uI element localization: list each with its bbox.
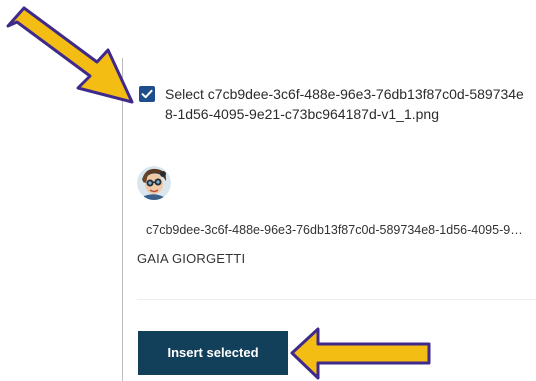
checkmark-icon xyxy=(141,89,153,99)
select-checkbox[interactable] xyxy=(139,86,155,102)
insert-selected-button[interactable]: Insert selected xyxy=(138,331,288,375)
media-select-panel: Select c7cb9dee-3c6f-488e-96e3-76db13f87… xyxy=(0,0,536,381)
item-filename: c7cb9dee-3c6f-488e-96e3-76db13f87c0d-589… xyxy=(146,223,526,237)
item-author: GAIA GIORGETTI xyxy=(137,251,246,266)
avatar xyxy=(137,166,171,200)
select-label: Select c7cb9dee-3c6f-488e-96e3-76db13f87… xyxy=(165,86,524,122)
panel-left-border xyxy=(122,58,123,381)
arrow-annotation-icon xyxy=(6,6,134,104)
divider xyxy=(137,299,536,300)
arrow-annotation-icon xyxy=(290,327,431,380)
